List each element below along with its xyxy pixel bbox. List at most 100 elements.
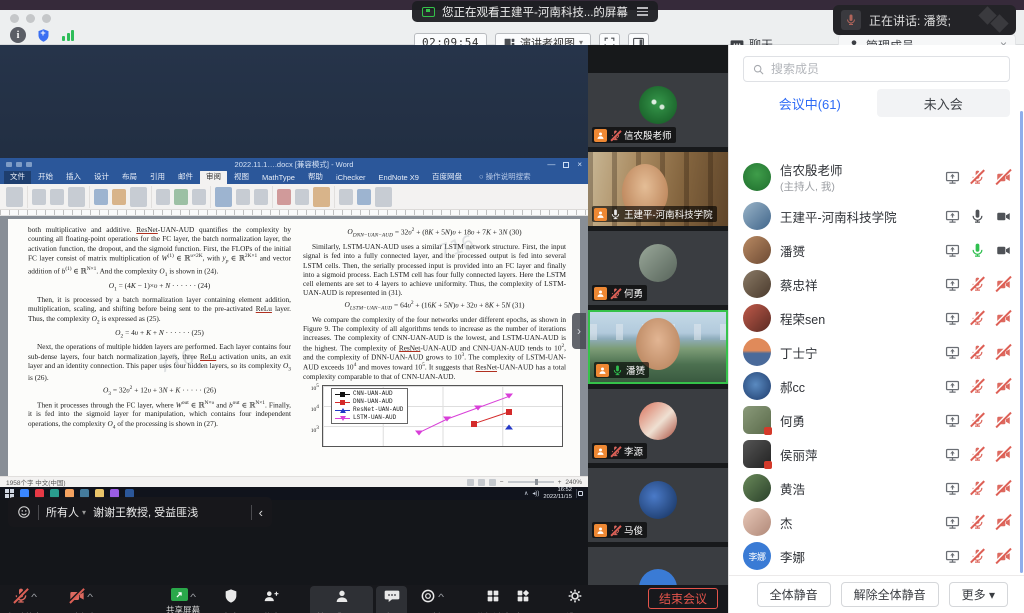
mic-icon[interactable]	[970, 413, 985, 428]
security-button[interactable]: ^ 安全	[222, 588, 239, 613]
mute-all-button[interactable]: 全体静音	[757, 582, 831, 607]
zoom-out-button[interactable]: −	[500, 479, 504, 486]
network-signal-icon[interactable]	[60, 29, 76, 41]
word-tab[interactable]: 布局	[116, 171, 143, 184]
word-window-controls[interactable]: —×	[547, 160, 582, 169]
ribbon-icon[interactable]	[375, 187, 392, 207]
ribbon-icon[interactable]	[215, 187, 232, 207]
word-tab[interactable]: MathType	[256, 172, 301, 184]
word-tab[interactable]: 邮件	[172, 171, 199, 184]
web-layout-icon[interactable]	[489, 479, 496, 486]
camera-icon[interactable]	[995, 243, 1012, 258]
video-tile[interactable]: 李源	[588, 389, 728, 463]
mic-icon[interactable]	[970, 243, 985, 258]
word-tab[interactable]: 引用	[144, 171, 171, 184]
meeting-info-icon[interactable]: i	[10, 27, 26, 43]
tab-not-joined[interactable]: 未入会	[877, 89, 1011, 117]
mic-icon[interactable]	[970, 379, 985, 394]
mic-icon[interactable]	[970, 209, 985, 224]
video-tile[interactable]: 王建平-河南科技学院	[588, 152, 728, 226]
participant-row[interactable]: 蔡忠祥	[729, 267, 1024, 301]
banner-menu-icon[interactable]	[637, 7, 648, 16]
camera-icon[interactable]	[995, 481, 1012, 496]
word-tab[interactable]: 审阅	[200, 171, 227, 184]
ribbon-icon[interactable]	[156, 189, 170, 205]
mic-icon[interactable]	[970, 481, 985, 496]
ribbon-icon[interactable]	[357, 189, 371, 205]
video-tile[interactable]: 马俊	[588, 468, 728, 542]
word-quick-access-toolbar[interactable]	[6, 162, 32, 167]
end-meeting-button[interactable]: 结束会议	[648, 588, 718, 609]
settings-button[interactable]: ^ 设置	[566, 588, 583, 613]
mic-icon[interactable]	[970, 549, 985, 564]
unmute-all-button[interactable]: 解除全体静音	[841, 582, 939, 607]
participant-row[interactable]: 李娜 李娜	[729, 539, 1024, 573]
camera-icon[interactable]	[995, 379, 1012, 394]
watching-screen-banner[interactable]: 您正在观看王建平-河南科技...的屏幕	[412, 1, 658, 22]
mic-icon[interactable]	[970, 447, 985, 462]
collapse-chat-icon[interactable]: ‹	[259, 505, 263, 520]
ribbon-icon[interactable]	[130, 187, 147, 207]
record-button[interactable]: ^ 录制	[420, 588, 443, 613]
read-mode-icon[interactable]	[467, 479, 474, 486]
word-tab[interactable]: iChecker	[330, 172, 372, 184]
taskbar-clock[interactable]: 16:522022/11/15	[543, 487, 572, 500]
camera-icon[interactable]	[995, 549, 1012, 564]
zoom-in-button[interactable]: +	[558, 479, 562, 486]
video-tile[interactable]	[588, 547, 728, 585]
participant-row[interactable]: 侯丽萍	[729, 437, 1024, 471]
ribbon-icon[interactable]	[254, 189, 268, 205]
word-tab[interactable]: 帮助	[302, 171, 329, 184]
chat-audience-selector[interactable]: 所有人▾	[46, 504, 86, 520]
manage-members-button[interactable]: ^ 管理成员(61)	[310, 586, 373, 613]
chat-message-input[interactable]: 谢谢王教授, 受益匪浅	[93, 504, 244, 520]
mic-icon[interactable]	[970, 311, 985, 326]
video-tile[interactable]: 何勇	[588, 231, 728, 305]
participant-row[interactable]: 潘赟	[729, 233, 1024, 267]
ribbon-icon[interactable]	[295, 189, 309, 205]
ribbon-icon[interactable]	[313, 187, 330, 207]
participant-row[interactable]: 信农殷老师 (主持人, 我)	[729, 155, 1024, 199]
chat-button[interactable]: ^ 聊天	[376, 586, 407, 613]
apps-button[interactable]: ^ 应用	[514, 588, 531, 613]
camera-icon[interactable]	[995, 311, 1012, 326]
close-window-button[interactable]	[10, 14, 19, 23]
video-tile[interactable]: 信农殷老师	[588, 73, 728, 147]
camera-icon[interactable]	[995, 170, 1012, 185]
word-ribbon-icons[interactable]	[0, 184, 588, 210]
camera-icon[interactable]	[995, 413, 1012, 428]
zoom-window-button[interactable]	[42, 14, 51, 23]
print-layout-icon[interactable]	[478, 479, 485, 486]
tray-volume-icon[interactable]: ◂))	[532, 490, 539, 497]
chat-input-overlay[interactable]: 所有人▾ 谢谢王教授, 受益匪浅 ‹	[8, 497, 272, 527]
zoom-level[interactable]: 240%	[565, 479, 582, 486]
ribbon-search-hint[interactable]: ○ 操作说明搜索	[469, 171, 541, 184]
tray-expand-icon[interactable]: ∧	[524, 490, 528, 497]
word-tab[interactable]: 百度网盘	[426, 171, 468, 184]
ribbon-icon[interactable]	[68, 187, 85, 207]
ribbon-icon[interactable]	[174, 189, 188, 205]
search-input[interactable]	[771, 62, 1001, 76]
mute-button[interactable]: ^ 解除静音	[8, 588, 42, 613]
word-tab[interactable]: 开始	[32, 171, 59, 184]
word-tab[interactable]: 设计	[88, 171, 115, 184]
participant-row[interactable]: 何勇	[729, 403, 1024, 437]
camera-icon[interactable]	[995, 277, 1012, 292]
ribbon-icon[interactable]	[277, 189, 291, 205]
more-button[interactable]: 更多 ▾	[949, 582, 1008, 607]
camera-icon[interactable]	[995, 447, 1012, 462]
zoom-slider[interactable]	[508, 481, 554, 483]
search-members-box[interactable]	[743, 56, 1010, 82]
ribbon-icon[interactable]	[32, 189, 46, 205]
word-tab[interactable]: 插入	[60, 171, 87, 184]
share-screen-button[interactable]: ^ 共享屏幕	[166, 588, 200, 613]
ribbon-icon[interactable]	[50, 189, 64, 205]
participant-row[interactable]: 杰	[729, 505, 1024, 539]
video-strip-toggle[interactable]: ›	[572, 313, 586, 349]
breakout-rooms-button[interactable]: ^ 分组讨论	[476, 588, 510, 613]
participant-row[interactable]: 黄浩	[729, 471, 1024, 505]
action-center-icon[interactable]	[576, 489, 583, 498]
mic-icon[interactable]	[970, 345, 985, 360]
ribbon-icon[interactable]	[94, 189, 108, 205]
ribbon-icon[interactable]	[236, 189, 250, 205]
